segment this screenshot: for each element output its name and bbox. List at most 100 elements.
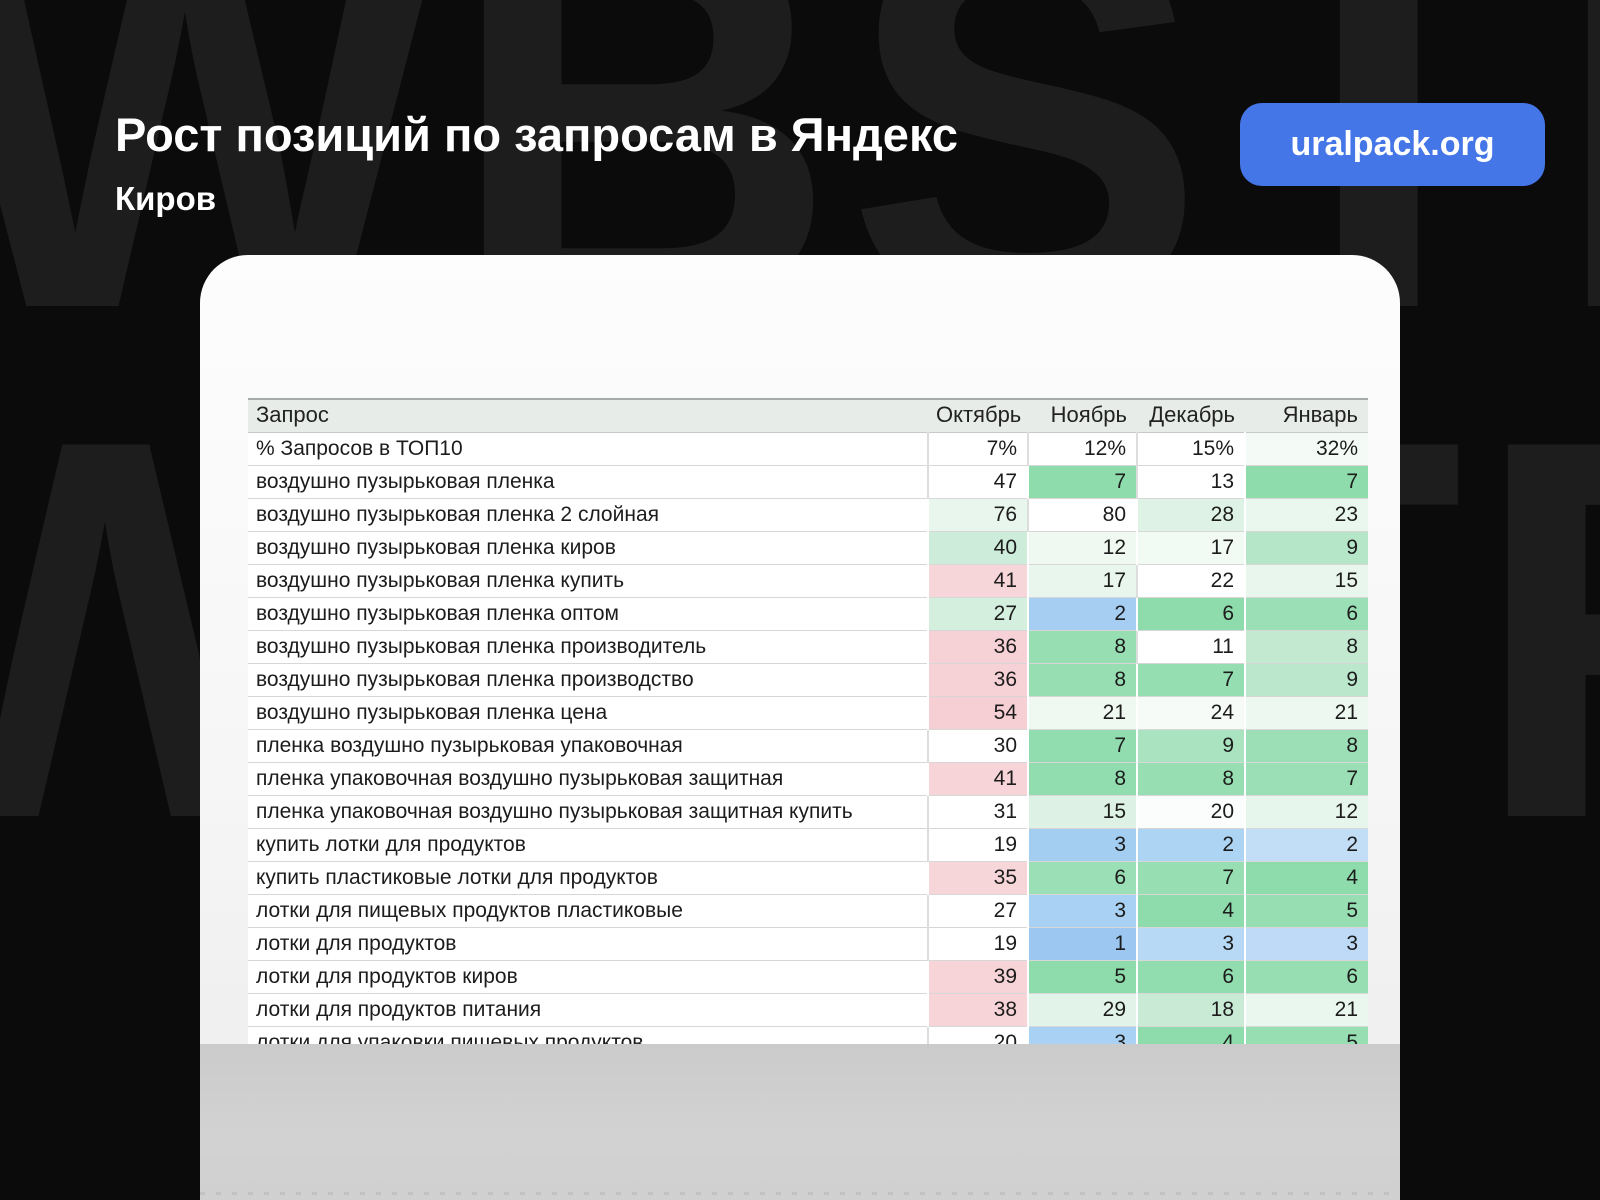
table-row: лотки для пищевых продуктов пластиковые2… [248,895,1368,928]
value-cell: 76 [928,499,1028,532]
value-cell: 18 [1137,994,1245,1027]
table-row: лотки для продуктов19133 [248,928,1368,961]
value-cell: 40 [928,532,1028,565]
value-cell: 21 [1245,994,1368,1027]
table-header: ЗапросОктябрьНоябрьДекабрьЯнварь [248,400,1368,433]
value-cell: 9 [1245,532,1368,565]
value-cell: 3 [1137,928,1245,961]
query-cell: воздушно пузырьковая пленка цена [248,697,928,730]
value-cell: 8 [1028,664,1137,697]
table-row: воздушно пузырьковая пленка цена54212421 [248,697,1368,730]
table-row: пленка упаковочная воздушно пузырьковая … [248,796,1368,829]
query-cell: воздушно пузырьковая пленка оптом [248,598,928,631]
table-row: воздушно пузырьковая пленка 2 слойная768… [248,499,1368,532]
query-cell: воздушно пузырьковая пленка [248,466,928,499]
table-body: % Запросов в ТОП107%12%15%32% воздушно пу… [248,433,1368,1047]
value-cell: 7 [1245,466,1368,499]
table-row: воздушно пузырьковая пленка477137 [248,466,1368,499]
value-cell: 1 [1028,928,1137,961]
value-cell: 12 [1028,532,1137,565]
query-cell: воздушно пузырьковая пленка производство [248,664,928,697]
page-subtitle: Киров [115,180,958,218]
value-cell: 30 [928,730,1028,763]
table-row: лотки для продуктов питания38291821 [248,994,1368,1027]
table-row: купить лотки для продуктов19322 [248,829,1368,862]
query-cell: % Запросов в ТОП10 [248,433,928,466]
value-cell: 3 [1245,928,1368,961]
value-cell: 22 [1137,565,1245,598]
table-row: воздушно пузырьковая пленка производител… [248,631,1368,664]
column-header: Январь [1245,400,1368,433]
value-cell: 28 [1137,499,1245,532]
table-row: купить пластиковые лотки для продуктов35… [248,862,1368,895]
value-cell: 32% [1245,433,1368,466]
table-row: лотки для продуктов киров39566 [248,961,1368,994]
value-cell: 2 [1245,829,1368,862]
value-cell: 2 [1137,829,1245,862]
query-cell: воздушно пузырьковая пленка 2 слойная [248,499,928,532]
value-cell: 17 [1028,565,1137,598]
value-cell: 35 [928,862,1028,895]
value-cell: 36 [928,664,1028,697]
value-cell: 6 [1137,598,1245,631]
value-cell: 6 [1245,961,1368,994]
value-cell: 41 [928,763,1028,796]
column-header: Декабрь [1137,400,1245,433]
value-cell: 4 [1137,895,1245,928]
site-badge[interactable]: uralpack.org [1240,103,1545,186]
value-cell: 54 [928,697,1028,730]
value-cell: 4 [1245,862,1368,895]
query-cell: пленка упаковочная воздушно пузырьковая … [248,796,928,829]
value-cell: 38 [928,994,1028,1027]
query-cell: пленка воздушно пузырьковая упаковочная [248,730,928,763]
page-background: WBSTR WBSTR Рост позиций по запросам в Я… [0,0,1600,1200]
value-cell: 21 [1028,697,1137,730]
query-cell: пленка упаковочная воздушно пузырьковая … [248,763,928,796]
positions-table: ЗапросОктябрьНоябрьДекабрьЯнварь % Запро… [248,398,1368,1046]
query-cell: лотки для пищевых продуктов пластиковые [248,895,928,928]
value-cell: 39 [928,961,1028,994]
value-cell: 6 [1245,598,1368,631]
value-cell: 29 [1028,994,1137,1027]
value-cell: 7 [1137,664,1245,697]
value-cell: 7% [928,433,1028,466]
table-row: воздушно пузырьковая пленка купить411722… [248,565,1368,598]
value-cell: 7 [1028,466,1137,499]
value-cell: 15 [1245,565,1368,598]
table-row: воздушно пузырьковая пленка оптом27266 [248,598,1368,631]
value-cell: 8 [1028,763,1137,796]
value-cell: 2 [1028,598,1137,631]
value-cell: 36 [928,631,1028,664]
value-cell: 23 [1245,499,1368,532]
value-cell: 9 [1245,664,1368,697]
value-cell: 3 [1028,829,1137,862]
value-cell: 8 [1137,763,1245,796]
query-cell: лотки для продуктов питания [248,994,928,1027]
column-header: Запрос [248,400,928,433]
value-cell: 8 [1245,631,1368,664]
value-cell: 7 [1245,763,1368,796]
value-cell: 13 [1137,466,1245,499]
value-cell: 80 [1028,499,1137,532]
value-cell: 6 [1137,961,1245,994]
value-cell: 15% [1137,433,1245,466]
value-cell: 27 [928,598,1028,631]
value-cell: 21 [1245,697,1368,730]
value-cell: 8 [1028,631,1137,664]
value-cell: 20 [1137,796,1245,829]
query-cell: купить пластиковые лотки для продуктов [248,862,928,895]
value-cell: 11 [1137,631,1245,664]
query-cell: купить лотки для продуктов [248,829,928,862]
query-cell: лотки для продуктов киров [248,961,928,994]
value-cell: 15 [1028,796,1137,829]
page-title: Рост позиций по запросам в Яндекс [115,108,958,162]
table-row: пленка упаковочная воздушно пузырьковая … [248,763,1368,796]
table-row: воздушно пузырьковая пленка киров4012179 [248,532,1368,565]
card-bottom-area [200,1044,1400,1200]
value-cell: 41 [928,565,1028,598]
table-row: воздушно пузырьковая пленка производство… [248,664,1368,697]
value-cell: 8 [1245,730,1368,763]
query-cell: лотки для продуктов [248,928,928,961]
value-cell: 5 [1245,895,1368,928]
value-cell: 12% [1028,433,1137,466]
